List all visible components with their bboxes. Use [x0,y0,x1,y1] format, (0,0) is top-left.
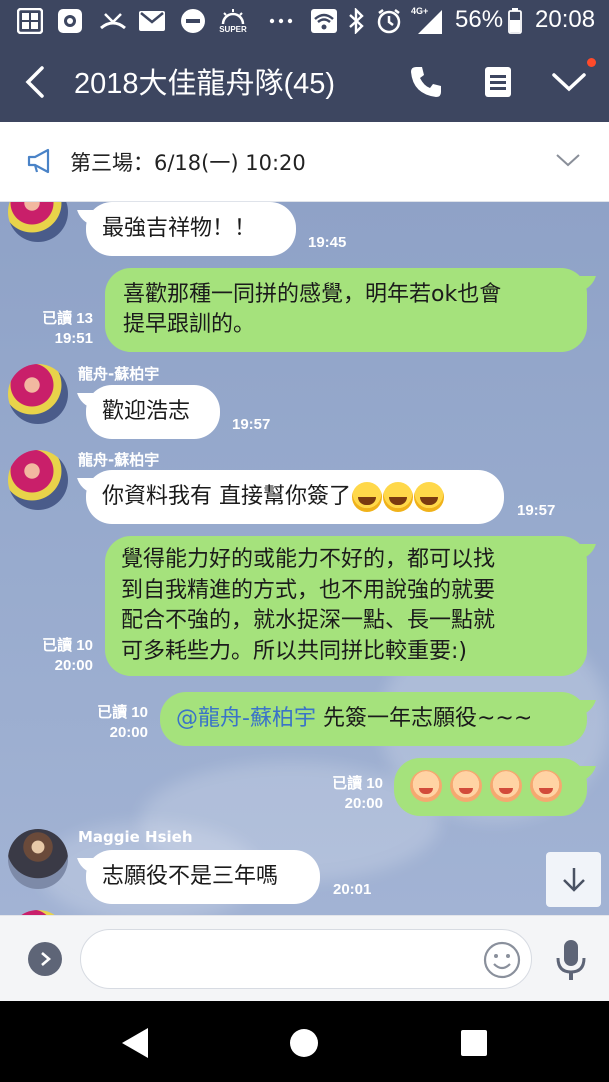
megaphone-icon [26,148,54,178]
square-recents-icon [461,1030,487,1056]
message-text: 到自我精進的方式，也不用說強的就要 [121,577,496,603]
blushing-emoji-icon [530,770,562,802]
emoji-button[interactable] [482,940,522,980]
chevron-right-icon [41,952,51,966]
message-input[interactable] [80,929,532,989]
chat-header: 2018大佳龍舟隊(45) [0,42,609,122]
camera-app-icon [56,8,84,34]
voice-button[interactable] [553,938,589,984]
wifi-icon [309,8,339,34]
clock: 20:08 [535,6,596,33]
blushing-emoji-icon [490,770,522,802]
back-button[interactable] [16,62,52,102]
message-text: 先簽一年志願役~~~ [315,706,533,731]
message-text: 覺得能力好的或能力不好的，都可以找 [121,547,496,572]
network-label: 4G+ [411,6,429,16]
message-bubble[interactable] [394,758,587,816]
message-time: 20:00 [344,795,383,812]
message-bubble[interactable]: 志願役不是三年嗎 [86,850,320,904]
message-text: 你資料我有 直接幫你簽了 [102,484,351,509]
mail-icon [137,8,167,34]
do-not-disturb-icon [179,8,207,34]
expand-menu-button[interactable] [28,942,62,976]
grid-app-icon [16,8,44,34]
avatar[interactable] [8,202,68,242]
avatar[interactable] [8,364,68,424]
alarm-icon [375,8,403,34]
message-time: 19:45 [308,234,347,251]
notes-button[interactable] [476,60,520,104]
sender-name: 龍舟-蘇柏宇 [78,451,160,469]
message-text: 配合不強的，就水捉深一點、長一點就 [121,608,496,633]
input-bar [0,915,609,1001]
message-time: 19:57 [517,502,556,519]
message-bubble[interactable]: 最強吉祥物！！ [86,202,296,256]
super-label: SUPER [219,24,247,34]
message-time: 20:01 [333,881,372,898]
nav-recents-button[interactable] [456,1025,492,1061]
status-bar: SUPER 4G+ 56% 20:08 [0,0,609,42]
more-notifications-icon [268,8,294,34]
avatar[interactable] [8,829,68,889]
scroll-to-bottom-button[interactable] [546,852,601,907]
arrow-down-icon [562,867,585,892]
chevron-down-icon [552,73,586,92]
laughing-emoji-icon [414,482,444,512]
notes-icon [485,67,511,97]
laughing-emoji-icon [383,482,413,512]
navigation-bar [0,1001,609,1082]
message-text: 可多耗些力。所以共同拼比較重要:) [121,638,467,664]
message-bubble[interactable]: @龍舟-蘇柏宇 先簽一年志願役~~~ [160,692,587,746]
message-bubble[interactable]: 覺得能力好的或能力不好的，都可以找 到自我精進的方式，也不用說強的就要 配合不強… [105,536,587,676]
message-text: 喜歡那種一同拼的感覺，明年若ok也會 [123,282,502,307]
mention-link[interactable]: @龍舟-蘇柏宇 [176,706,316,731]
message-text: 志願役不是三年嗎 [102,864,279,889]
call-button[interactable] [404,60,448,104]
nav-home-button[interactable] [286,1025,322,1061]
bluetooth-icon [345,8,367,34]
signal-icon: 4G+ [411,6,445,34]
chat-title: 2018大佳龍舟隊(45) [74,68,336,100]
message-time: 20:00 [54,657,93,674]
message-text: 歡迎浩志 [102,399,191,424]
message-time: 19:57 [232,416,271,433]
read-receipt: 已讀 10 [332,775,383,792]
announcement-text: 第三場：6/18(一) 10:20 [70,151,306,175]
back-arrow-icon [25,66,44,98]
avatar[interactable] [8,450,68,510]
smiley-icon [483,941,521,979]
message-time: 20:00 [109,724,148,741]
blushing-emoji-icon [410,770,442,802]
menu-button[interactable] [547,60,591,104]
notification-dot [587,58,596,67]
battery-percent: 56% [455,6,504,33]
sender-name: 龍舟-蘇柏宇 [78,365,160,383]
expand-announcement-icon[interactable] [555,152,581,172]
read-receipt: 已讀 10 [42,637,93,654]
announcement-bar[interactable]: 第三場：6/18(一) 10:20 [0,122,609,202]
message-bubble[interactable]: 歡迎浩志 [86,385,220,439]
phone-icon [411,67,441,97]
blushing-emoji-icon [450,770,482,802]
message-bubble[interactable]: 你資料我有 直接幫你簽了 [86,470,504,524]
message-bubble[interactable]: 喜歡那種一同拼的感覺，明年若ok也會 提早跟訓的。 [105,268,587,352]
microphone-icon [556,940,586,980]
chat-area[interactable]: 最強吉祥物！！ 19:45 已讀 13 19:51 喜歡那種一同拼的感覺，明年若… [0,202,609,915]
laughing-emoji-icon [352,482,382,512]
message-time: 19:51 [54,330,93,347]
nav-back-button[interactable] [118,1025,154,1061]
sender-name: Maggie Hsieh [78,828,193,846]
battery-icon [507,8,523,34]
super-weather-icon: SUPER [216,8,250,34]
read-receipt: 已讀 10 [97,704,148,721]
read-receipt: 已讀 13 [42,310,93,327]
message-text: 最強吉祥物！！ [102,216,257,241]
circle-home-icon [290,1029,318,1057]
message-text: 提早跟訓的。 [123,312,256,337]
missed-call-icon [98,8,128,34]
triangle-back-icon [122,1028,148,1058]
